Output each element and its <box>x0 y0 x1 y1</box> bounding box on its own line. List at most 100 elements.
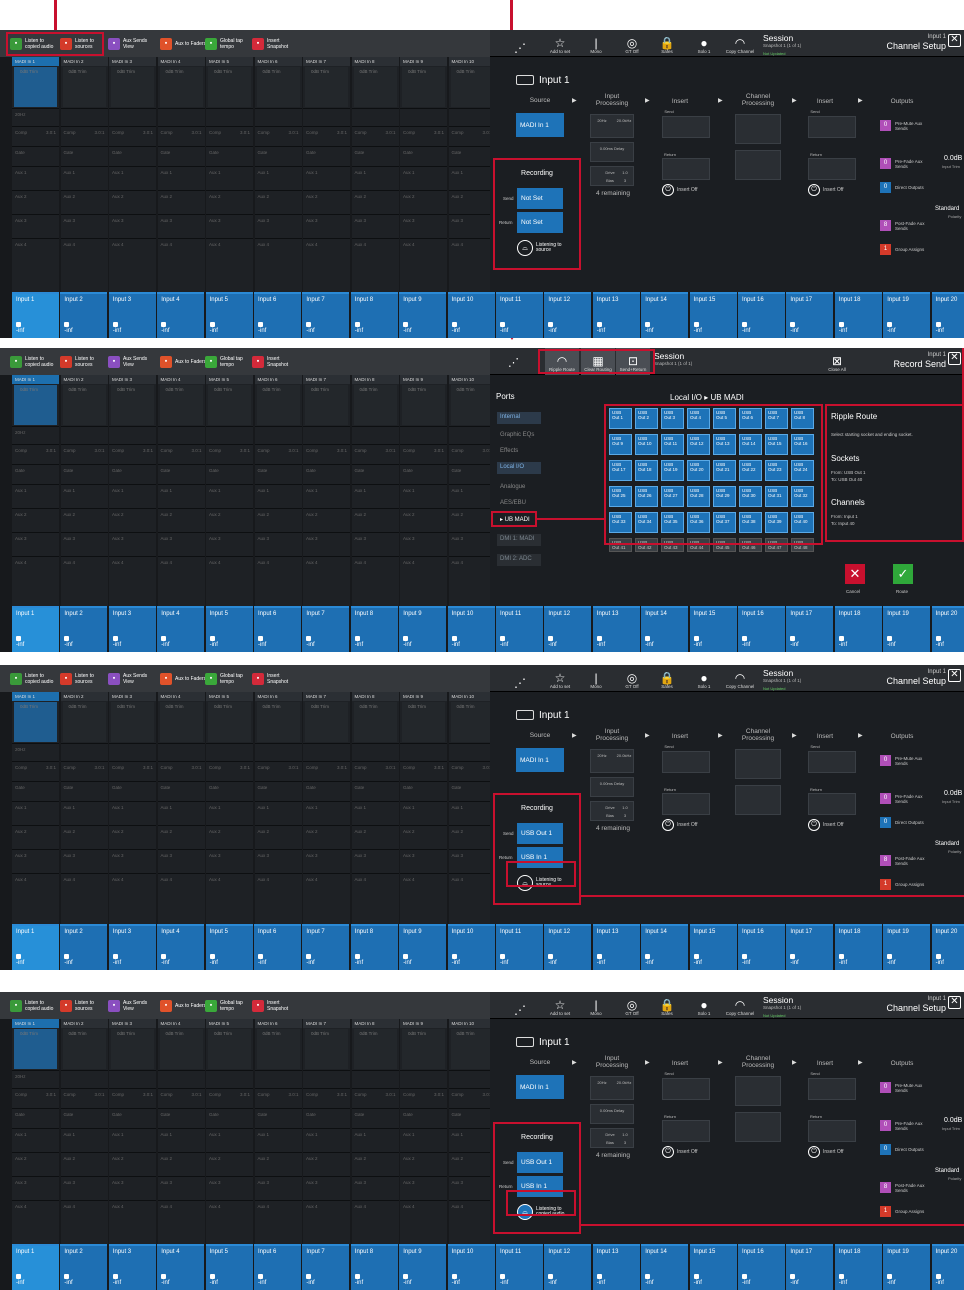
gate-section[interactable]: Gate <box>254 146 302 166</box>
input-fader-button[interactable]: Input 10 -inf <box>447 924 495 970</box>
channel-strip[interactable]: MADI In 4 0dB Trim Comp 3.0:1 Gate Aux 1 Aux 2… <box>157 1019 205 1244</box>
aux-send[interactable]: Aux 4 <box>157 556 205 580</box>
output-assign[interactable]: 0 Pre-Fade Aux Sends <box>880 793 925 804</box>
comp-graph[interactable] <box>735 749 781 779</box>
aux-send[interactable]: Aux 3 <box>109 1176 156 1200</box>
toolbar-button[interactable]: ▪ Listen to copied audio <box>10 997 59 1015</box>
comp-section[interactable]: Comp 3.0:1 <box>206 1088 253 1108</box>
aux-send[interactable]: Aux 4 <box>254 556 302 580</box>
input-fader-button[interactable]: Input 9 -inf <box>399 924 447 970</box>
record-return-button[interactable]: Not Set <box>517 212 563 233</box>
insert-off-button[interactable]: ⏻ Insert Off <box>808 819 843 831</box>
aux-send[interactable]: Aux 4 <box>448 873 496 897</box>
input-fader-button[interactable]: Input 10 -inf <box>447 292 495 338</box>
insert-off-button[interactable]: ⏻ Insert Off <box>808 1146 843 1158</box>
aux-send[interactable]: Aux 3 <box>303 849 350 873</box>
output-assign[interactable]: 8 Post-Fade Aux Sends <box>880 220 925 231</box>
channel-strip[interactable]: MADI In 5 0dB Trim Comp 3.0:1 Gate Aux 1 Aux 2… <box>206 57 253 292</box>
input-fader-button[interactable]: Input 9 -inf <box>399 1244 447 1290</box>
port-item[interactable]: DMI 2: ADC <box>497 554 541 566</box>
aux-send[interactable]: Aux 1 <box>12 484 59 508</box>
input-fader-button[interactable]: Input 1 -inf <box>12 1244 59 1290</box>
gate-section[interactable]: Gate <box>206 464 253 484</box>
aux-send[interactable]: Aux 4 <box>60 1200 108 1224</box>
aux-send[interactable]: Aux 4 <box>254 238 302 262</box>
aux-send[interactable]: Aux 1 <box>109 484 156 508</box>
aux-send[interactable]: Aux 2 <box>12 508 59 532</box>
input-fader-button[interactable]: Input 19 -inf <box>883 292 931 338</box>
aux-send[interactable]: Aux 1 <box>448 801 496 825</box>
aux-send[interactable]: Aux 3 <box>303 532 350 556</box>
insert-return-box[interactable] <box>662 1120 710 1142</box>
input-fader-button[interactable]: Input 16 -inf <box>738 924 785 970</box>
comp-section[interactable]: Comp 3.0:1 <box>12 444 59 464</box>
input-fader-button[interactable]: Input 19 -inf <box>883 924 931 970</box>
toolbar-button[interactable]: ▪ Aux Sends View <box>108 670 157 688</box>
aux-send[interactable]: Aux 2 <box>303 1152 350 1176</box>
aux-send[interactable]: Aux 2 <box>60 190 108 214</box>
comp-section[interactable]: Comp 3.0:1 <box>254 126 302 146</box>
gate-section[interactable]: Gate <box>448 464 496 484</box>
input-fader-button[interactable]: Input 1 -inf <box>12 924 59 970</box>
toolbar-icon-button[interactable]: ⋰ <box>505 30 535 57</box>
gate-section[interactable]: Gate <box>303 464 350 484</box>
aux-send[interactable]: Aux 1 <box>448 484 496 508</box>
aux-send[interactable]: Aux 3 <box>109 532 156 556</box>
aux-send[interactable]: Aux 2 <box>303 508 350 532</box>
input-fader-button[interactable]: Input 7 -inf <box>302 924 350 970</box>
input-fader-button[interactable]: Input 18 -inf <box>834 1244 882 1290</box>
aux-send[interactable]: Aux 4 <box>60 238 108 262</box>
aux-send[interactable]: Aux 1 <box>60 484 108 508</box>
aux-send[interactable]: Aux 3 <box>254 214 302 238</box>
channel-strip[interactable]: MADI In 7 0dB Trim Comp 3.0:1 Gate Aux 1 Aux 2… <box>303 57 350 292</box>
input-fader-button[interactable]: Input 17 -inf <box>786 1244 834 1290</box>
channel-strip[interactable]: MADI In 5 0dB Trim Comp 3.0:1 Gate Aux 1 Aux 2… <box>206 692 253 924</box>
aux-send[interactable]: Aux 1 <box>303 166 350 190</box>
insert-return-box[interactable] <box>662 793 710 815</box>
channel-strip[interactable]: MADI In 8 0dB Trim Comp 3.0:1 Gate Aux 1 Aux 2… <box>351 57 399 292</box>
gate-section[interactable]: Gate <box>109 1108 156 1128</box>
toolbar-icon-button[interactable]: ◠ Copy Channel <box>725 665 755 692</box>
gate-section[interactable]: Gate <box>60 1108 108 1128</box>
aux-send[interactable]: Aux 1 <box>206 484 253 508</box>
input-fader-button[interactable]: Input 13 -inf <box>592 292 640 338</box>
input-fader-button[interactable]: Input 20 -inf <box>931 606 964 652</box>
comp-section[interactable]: Comp 3.0:1 <box>254 444 302 464</box>
toolbar-icon-button[interactable]: ● Solo 1 <box>689 992 719 1019</box>
aux-send[interactable]: Aux 4 <box>351 556 399 580</box>
aux-send[interactable]: Aux 2 <box>206 508 253 532</box>
aux-send[interactable]: Aux 3 <box>254 532 302 556</box>
aux-send[interactable]: Aux 3 <box>400 1176 447 1200</box>
comp-section[interactable]: Comp 3.0:1 <box>157 126 205 146</box>
gate-section[interactable]: Gate <box>400 146 447 166</box>
gate-section[interactable]: Gate <box>12 146 59 166</box>
input-fader-button[interactable]: Input 9 -inf <box>399 292 447 338</box>
toolbar-button[interactable]: ▪ Global tap tempo <box>205 353 254 371</box>
toolbar-button[interactable]: ▪ Insert Snapshot <box>252 353 301 371</box>
channel-strip[interactable]: MADI In 7 0dB Trim Comp 3.0:1 Gate Aux 1 Aux 2… <box>303 375 350 606</box>
input-fader-button[interactable]: Input 18 -inf <box>834 924 882 970</box>
channel-strip[interactable]: MADI In 2 0dB Trim Comp 3.0:1 Gate Aux 1 Aux 2… <box>60 1019 108 1244</box>
input-fader-button[interactable]: Input 17 -inf <box>786 292 834 338</box>
aux-send[interactable]: Aux 1 <box>254 1128 302 1152</box>
route-check-icon[interactable]: ✓ <box>893 564 913 584</box>
aux-send[interactable]: Aux 3 <box>12 214 59 238</box>
cancel-x-icon[interactable]: ✕ <box>845 564 865 584</box>
aux-send[interactable]: Aux 3 <box>254 849 302 873</box>
channel-strip[interactable]: MADI In 10 0dB Trim Comp 3.0:1 Gate Aux 1 Aux … <box>448 1019 496 1244</box>
comp-section[interactable]: Comp 3.0:1 <box>60 126 108 146</box>
channel-strip[interactable]: MADI In 8 0dB Trim Comp 3.0:1 Gate Aux 1 Aux 2… <box>351 1019 399 1244</box>
output-assign[interactable]: 0 Pre-Mute Aux Sends <box>880 1082 925 1093</box>
input-fader-button[interactable]: Input 6 -inf <box>254 924 301 970</box>
aux-send[interactable]: Aux 4 <box>109 556 156 580</box>
output-assign[interactable]: 0 Direct Outputs <box>880 182 925 193</box>
toolbar-button[interactable]: ▪ Aux Sends View <box>108 353 157 371</box>
input-fader-button[interactable]: Input 3 -inf <box>108 292 156 338</box>
aux-send[interactable]: Aux 1 <box>206 166 253 190</box>
toolbar-icon-button[interactable]: ☆ Add to set <box>545 992 575 1019</box>
aux-send[interactable]: Aux 3 <box>448 214 496 238</box>
input-fader-button[interactable]: Input 13 -inf <box>592 606 640 652</box>
comp-section[interactable]: Comp 3.0:1 <box>206 126 253 146</box>
aux-send[interactable]: Aux 1 <box>448 1128 496 1152</box>
aux-send[interactable]: Aux 2 <box>400 825 447 849</box>
